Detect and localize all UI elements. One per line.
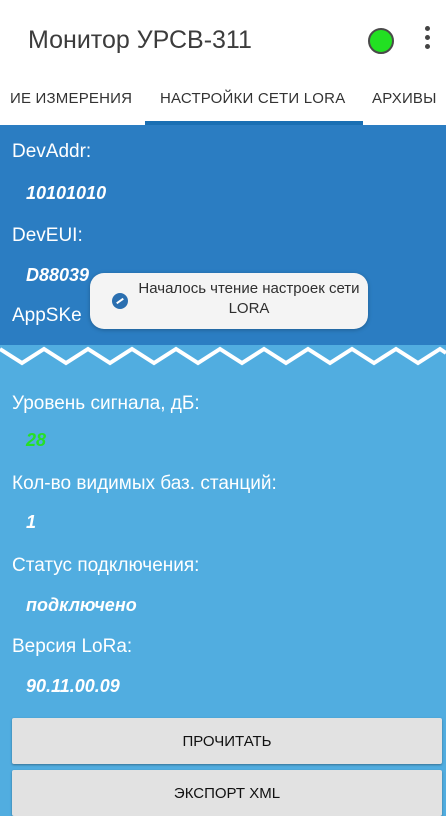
export-xml-button[interactable]: ЭКСПОРТ XML xyxy=(12,770,442,816)
signal-level-value: 28 xyxy=(26,430,47,450)
lora-version-label: Версия LoRa: xyxy=(12,636,133,657)
tab-bar: ИЕ ИЗМЕРЕНИЯ НАСТРОЙКИ СЕТИ LORA АРХИВЫ xyxy=(0,84,446,126)
signal-level-label: Уровень сигнала, дБ: xyxy=(12,393,200,414)
app-title: Монитор УРСВ-311 xyxy=(28,26,252,54)
stations-label: Кол-во видимых баз. станций: xyxy=(12,473,277,494)
tab-measurements[interactable]: ИЕ ИЗМЕРЕНИЯ xyxy=(10,90,132,107)
appskey-label: AppSKe xyxy=(12,305,82,326)
overflow-menu-icon[interactable] xyxy=(420,26,434,56)
connection-status-icon xyxy=(368,28,394,54)
torn-edge-divider xyxy=(0,346,446,375)
stations-value: 1 xyxy=(26,512,37,532)
toast-message: Началось чтение настроек сети LORA xyxy=(138,280,360,317)
connection-status-value: подключено xyxy=(26,595,137,615)
devaddr-value: 10101010 xyxy=(26,183,107,203)
connection-status-label: Статус подключения: xyxy=(12,555,200,576)
tab-archives[interactable]: АРХИВЫ xyxy=(372,90,437,107)
app-icon xyxy=(112,293,128,309)
deveui-value: D88039 xyxy=(26,265,90,285)
lora-version-value: 90.11.00.09 xyxy=(26,676,120,696)
deveui-label: DevEUI: xyxy=(12,225,83,246)
app-bar: Монитор УРСВ-311 xyxy=(0,0,446,84)
toast-notification: Началось чтение настроек сети LORA xyxy=(90,273,368,329)
devaddr-label: DevAddr: xyxy=(12,141,92,162)
read-button[interactable]: ПРОЧИТАТЬ xyxy=(12,718,442,764)
tab-lora-settings[interactable]: НАСТРОЙКИ СЕТИ LORA xyxy=(160,90,345,107)
